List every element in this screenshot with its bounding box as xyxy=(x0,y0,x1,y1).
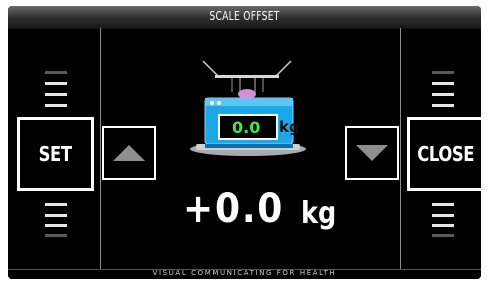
offset-value: +0.0 xyxy=(183,186,285,232)
footer-slogan: VISUAL COMMUNICATING FOR HEALTH xyxy=(152,269,337,277)
weighing-scale-icon: 0.0 kg xyxy=(178,56,318,166)
level-mark xyxy=(45,214,67,217)
footer: VISUAL COMMUNICATING FOR HEALTH xyxy=(8,269,481,279)
level-mark xyxy=(45,224,67,227)
triangle-down-icon xyxy=(356,145,388,161)
decrease-button[interactable] xyxy=(345,126,399,180)
increase-button[interactable] xyxy=(102,126,156,180)
level-mark xyxy=(45,71,67,74)
level-mark xyxy=(432,234,454,237)
level-mark xyxy=(45,203,67,206)
level-mark xyxy=(45,234,67,237)
page-title: SCALE OFFSET xyxy=(209,9,280,23)
level-mark xyxy=(45,104,67,107)
level-mark xyxy=(432,71,454,74)
level-mark xyxy=(432,93,454,96)
right-divider xyxy=(400,28,401,271)
left-divider xyxy=(100,28,101,271)
scale-display-unit: kg xyxy=(279,118,300,136)
close-button-label: CLOSE xyxy=(417,142,474,166)
offset-unit: kg xyxy=(301,196,337,231)
level-mark xyxy=(432,214,454,217)
scale-offset-screen: SCALE OFFSET SET CLOSE 0.0 kg +0.0 kg VI… xyxy=(8,6,481,279)
set-button[interactable]: SET xyxy=(17,117,94,191)
offset-readout: +0.0 kg xyxy=(183,186,343,232)
level-mark xyxy=(432,224,454,227)
level-mark xyxy=(45,82,67,85)
level-mark xyxy=(432,203,454,206)
level-mark xyxy=(432,104,454,107)
level-mark xyxy=(45,93,67,96)
level-mark xyxy=(432,82,454,85)
triangle-up-icon xyxy=(113,145,145,161)
close-button[interactable]: CLOSE xyxy=(407,117,481,191)
scale-display-value: 0.0 xyxy=(232,118,261,137)
title-bar: SCALE OFFSET xyxy=(8,6,481,29)
set-button-label: SET xyxy=(39,142,72,166)
